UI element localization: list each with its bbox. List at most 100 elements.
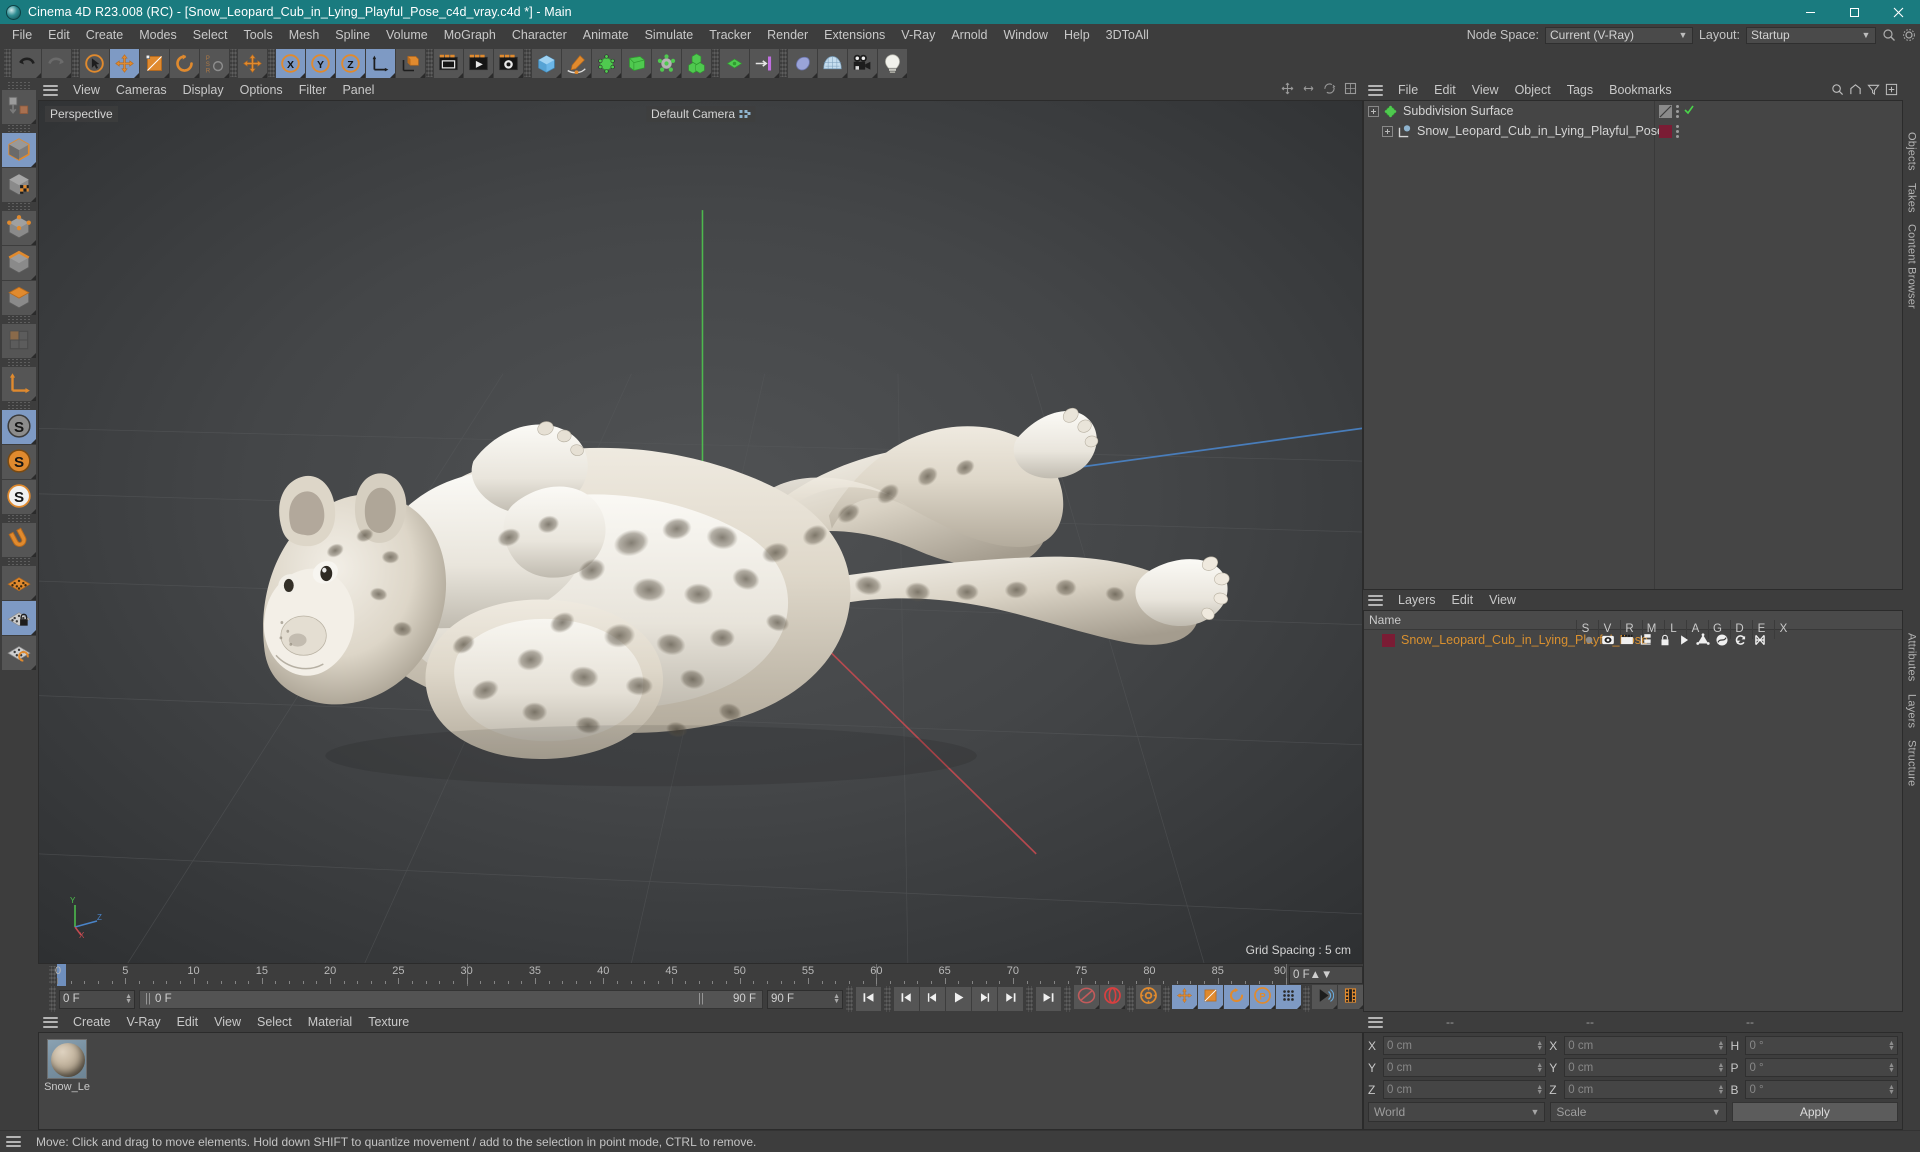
object-dots-icon[interactable] <box>1676 104 1679 118</box>
position-key-button[interactable] <box>1172 985 1197 1009</box>
record-grip-3[interactable] <box>1163 985 1170 1013</box>
rotate-viewport-icon[interactable] <box>1323 82 1336 95</box>
rot-p-field[interactable]: 0 ° ▲ ▼ <box>1745 1058 1898 1077</box>
toolbar-grip[interactable] <box>426 49 433 77</box>
lock-z-button[interactable]: Z <box>336 48 365 78</box>
material-thumbnail[interactable] <box>47 1039 87 1079</box>
material-item[interactable]: Snow_Le <box>44 1039 90 1123</box>
redo-button[interactable] <box>42 48 71 78</box>
point-level-animation-button[interactable] <box>1276 985 1301 1009</box>
left-toolbar-grip[interactable] <box>7 316 31 324</box>
spinner-icon[interactable]: ▲▼ <box>1536 1040 1543 1052</box>
size-y-field[interactable]: 0 cm ▲ ▼ <box>1564 1058 1728 1077</box>
polygon-object-icon[interactable] <box>1397 124 1412 139</box>
left-toolbar-grip[interactable] <box>7 203 31 211</box>
edge-mode-button[interactable] <box>2 246 36 280</box>
record-grip-2[interactable] <box>1127 985 1134 1013</box>
menu-tracker[interactable]: Tracker <box>701 24 759 46</box>
layout-select[interactable]: Startup ▼ <box>1746 26 1876 44</box>
param-key-button[interactable]: P <box>1250 985 1275 1009</box>
lock-x-button[interactable]: X <box>276 48 305 78</box>
doc-end-frame-field[interactable]: 90 F ▲ ▼ <box>767 989 843 1009</box>
node-space-select[interactable]: Current (V-Ray) ▼ <box>1544 26 1693 44</box>
transport-grip-2[interactable] <box>884 985 891 1013</box>
viewport-menu-cameras[interactable]: Cameras <box>108 80 175 100</box>
left-toolbar-grip[interactable] <box>7 558 31 566</box>
object-row[interactable]: Subdivision Surface <box>1364 101 1902 121</box>
material-menu-view[interactable]: View <box>206 1012 249 1032</box>
transport-grip[interactable] <box>846 985 853 1013</box>
record-active-objects-button[interactable] <box>1074 985 1099 1009</box>
uv-mode-button[interactable] <box>2 324 36 358</box>
vtab-attributes[interactable]: Attributes <box>1905 627 1919 687</box>
make-editable-button[interactable] <box>2 90 36 124</box>
layer-menu-edit[interactable]: Edit <box>1444 590 1482 610</box>
menu-tools[interactable]: Tools <box>236 24 281 46</box>
timeline-ruler-area[interactable]: 051015202530354045505560657075808590 <box>55 964 1287 986</box>
record-grip[interactable] <box>1064 985 1071 1013</box>
render-settings-button[interactable] <box>494 48 523 78</box>
add-light-button[interactable] <box>878 48 907 78</box>
object-axis-button[interactable] <box>396 48 425 78</box>
point-mode-button[interactable] <box>2 211 36 245</box>
search-icon[interactable] <box>1831 83 1844 99</box>
viewport-3d[interactable]: Perspective Default Camera Grid Spacing … <box>38 100 1363 964</box>
vtab-takes[interactable]: Takes <box>1905 177 1919 219</box>
add-deformer-2-button[interactable] <box>788 48 817 78</box>
preview-range-track[interactable]: || 0 F 90 F || <box>139 989 763 1009</box>
layer-row[interactable]: Snow_Leopard_Cub_in_Lying_Playful_Pose <box>1364 630 1902 650</box>
scale-button[interactable] <box>140 48 169 78</box>
menu-modes[interactable]: Modes <box>131 24 185 46</box>
expression-icon[interactable] <box>1734 633 1748 647</box>
vtab-structure[interactable]: Structure <box>1905 734 1919 792</box>
menu-v-ray[interactable]: V-Ray <box>893 24 943 46</box>
left-toolbar-grip[interactable] <box>7 402 31 410</box>
scale-key-button[interactable] <box>1198 985 1223 1009</box>
object-menu-tags[interactable]: Tags <box>1559 80 1601 100</box>
material-menu-edit[interactable]: Edit <box>169 1012 207 1032</box>
coordinate-mode-select[interactable]: Scale ▼ <box>1550 1102 1727 1122</box>
status-menu-icon[interactable] <box>6 1136 21 1147</box>
close-button[interactable] <box>1876 0 1920 24</box>
keyframe-selection-button[interactable] <box>1136 985 1161 1009</box>
tree-expand-icon[interactable] <box>1368 105 1379 117</box>
minimize-button[interactable] <box>1788 0 1832 24</box>
rotation-key-button[interactable] <box>1224 985 1249 1009</box>
spinner-icon[interactable]: ▲▼ <box>1310 969 1333 981</box>
spinner-icon[interactable]: ▲▼ <box>833 993 840 1005</box>
zoom-viewport-icon[interactable] <box>1302 82 1315 95</box>
spinner-icon[interactable]: ▲▼ <box>1536 1084 1543 1096</box>
left-toolbar-grip[interactable] <box>7 515 31 523</box>
menu-edit[interactable]: Edit <box>40 24 78 46</box>
add-panel-icon[interactable] <box>1885 83 1898 99</box>
world-object-axis-button[interactable] <box>366 48 395 78</box>
pos-y-field[interactable]: 0 cm ▲ ▼ <box>1383 1058 1547 1077</box>
render-view-button[interactable] <box>434 48 463 78</box>
lock-y-button[interactable]: Y <box>306 48 335 78</box>
material-menu-create[interactable]: Create <box>65 1012 119 1032</box>
toolbar-grip[interactable] <box>72 49 79 77</box>
toolbar-grip[interactable] <box>524 49 531 77</box>
render-icon[interactable] <box>1620 633 1634 647</box>
maximize-viewport-icon[interactable] <box>1344 82 1357 95</box>
spinner-icon[interactable]: ▲▼ <box>1888 1084 1895 1096</box>
camera-dots-icon[interactable] <box>739 109 751 119</box>
enable-axis-button[interactable]: S <box>2 410 36 444</box>
axis-modify-button[interactable] <box>2 367 36 401</box>
add-tag-button[interactable] <box>750 48 779 78</box>
rot-h-field[interactable]: 0 ° ▲ ▼ <box>1745 1036 1898 1055</box>
coordinate-system-select[interactable]: World ▼ <box>1368 1102 1546 1122</box>
left-toolbar-grip[interactable] <box>7 125 31 133</box>
add-mograph-button[interactable] <box>720 48 749 78</box>
vtab-content-browser[interactable]: Content Browser <box>1905 218 1919 315</box>
viewport-menu-options[interactable]: Options <box>232 80 291 100</box>
toolbar-grip[interactable] <box>268 49 275 77</box>
menu-arnold[interactable]: Arnold <box>943 24 995 46</box>
step-back-button[interactable] <box>920 987 945 1011</box>
menu-animate[interactable]: Animate <box>575 24 637 46</box>
viewport-menu-filter[interactable]: Filter <box>291 80 335 100</box>
timeline-controls-grip[interactable] <box>49 985 56 1013</box>
spinner-icon[interactable]: ▲▼ <box>1718 1062 1725 1074</box>
maximize-button[interactable] <box>1832 0 1876 24</box>
vtab-layers[interactable]: Layers <box>1905 688 1919 734</box>
